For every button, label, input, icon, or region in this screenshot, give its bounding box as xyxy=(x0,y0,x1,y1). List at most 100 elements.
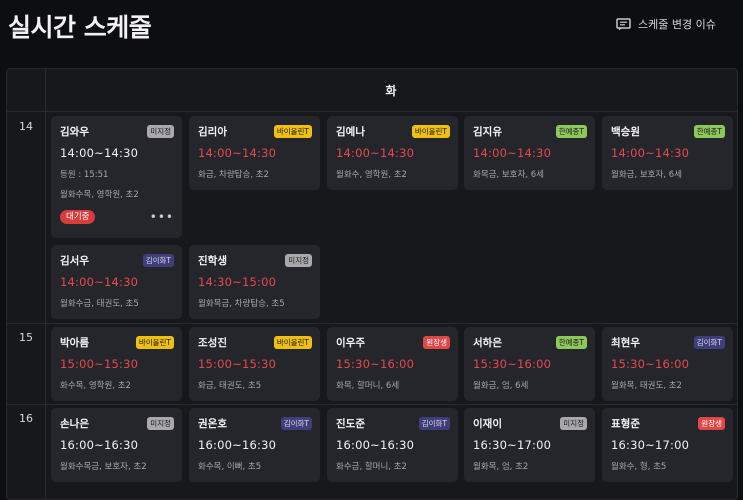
lesson-time: 14:30~15:00 xyxy=(198,275,277,289)
student-name: 백승원 xyxy=(611,125,640,138)
student-name: 김지유 xyxy=(473,125,502,138)
hour-label-14: 14 xyxy=(19,120,33,133)
lesson-time: 16:00~16:30 xyxy=(336,438,415,452)
row-divider xyxy=(7,404,737,405)
hour-label-16: 16 xyxy=(19,412,33,425)
student-card[interactable]: 김예나 바이올린T 14:00~14:30 월화수, 영학원, 초2 xyxy=(327,116,458,190)
arrival-time: 등원 : 15:51 xyxy=(60,170,109,180)
student-meta: 월화금, 엄, 6세 xyxy=(473,381,529,391)
teacher-badge: 김이화T xyxy=(142,253,174,267)
student-card[interactable]: 이우주 원장생 15:30~16:00 화목, 할머니, 6세 xyxy=(327,327,458,401)
lesson-time: 15:00~15:30 xyxy=(60,357,139,371)
lesson-time: 16:00~16:30 xyxy=(198,438,277,452)
student-card[interactable]: 김와우 미지정 14:00~14:30 등원 : 15:51 월화수목, 영학원… xyxy=(51,116,182,238)
student-meta: 화목, 할머니, 6세 xyxy=(336,381,400,391)
student-card[interactable]: 표형준 원장생 16:30~17:00 월화수, 형, 초5 xyxy=(602,408,733,482)
student-card[interactable]: 김지유 한예종T 14:00~14:30 화목금, 보호자, 6세 xyxy=(464,116,595,190)
student-card[interactable]: 진학생 미지정 14:30~15:00 월화목금, 차량탑승, 초5 xyxy=(189,245,320,319)
student-meta: 화수목, 영학원, 초2 xyxy=(60,381,131,391)
hour-column-divider xyxy=(45,111,46,499)
teacher-badge: 김이화T xyxy=(693,335,725,349)
student-meta: 화금, 차량탑승, 초2 xyxy=(198,170,269,180)
lesson-time: 15:30~16:00 xyxy=(611,357,690,371)
student-name: 김예나 xyxy=(336,125,365,138)
student-name: 조성진 xyxy=(198,336,227,349)
student-name: 손나은 xyxy=(60,417,89,430)
teacher-badge: 바이올린T xyxy=(411,124,450,138)
lesson-time: 14:00~14:30 xyxy=(473,146,552,160)
row-divider xyxy=(7,323,737,324)
teacher-badge: 미지정 xyxy=(147,124,174,138)
teacher-badge: 바이올린T xyxy=(135,335,174,349)
schedule-board: 화 14 15 16 김와우 미지정 14:00~14:30 등원 : 15:5… xyxy=(6,68,738,500)
student-name: 서하은 xyxy=(473,336,502,349)
teacher-badge: 미지정 xyxy=(147,416,174,430)
student-card[interactable]: 김서우 김이화T 14:00~14:30 월화수금, 태권도, 초5 xyxy=(51,245,182,319)
lesson-time: 14:00~14:30 xyxy=(198,146,277,160)
student-meta: 월화수, 형, 초5 xyxy=(611,462,667,472)
lesson-time: 16:30~17:00 xyxy=(611,438,690,452)
student-meta: 화금, 태권도, 초5 xyxy=(198,381,262,391)
lesson-time: 15:30~16:00 xyxy=(336,357,415,371)
student-meta: 월화수목금, 보호자, 초2 xyxy=(60,462,147,472)
lesson-time: 14:00~14:30 xyxy=(611,146,690,160)
lesson-time: 15:30~16:00 xyxy=(473,357,552,371)
student-meta: 화수목, 이뻐, 초5 xyxy=(198,462,262,472)
lesson-time: 14:00~14:30 xyxy=(60,275,139,289)
teacher-badge: 원장생 xyxy=(698,416,725,430)
teacher-badge: 바이올린T xyxy=(273,335,312,349)
student-meta: 월화금, 보호자, 6세 xyxy=(611,170,682,180)
lesson-time: 16:00~16:30 xyxy=(60,438,139,452)
day-header: 화 xyxy=(45,69,737,112)
student-meta: 월화수목, 영학원, 초2 xyxy=(60,190,139,200)
message-square-icon xyxy=(616,17,631,31)
hour-label-15: 15 xyxy=(19,331,33,344)
student-meta: 월화목금, 차량탑승, 초5 xyxy=(198,299,285,309)
student-card[interactable]: 이재이 미지정 16:30~17:00 월화목, 엄, 초2 xyxy=(464,408,595,482)
student-meta: 월화수금, 태권도, 초5 xyxy=(60,299,139,309)
student-card[interactable]: 박아름 바이올린T 15:00~15:30 화수목, 영학원, 초2 xyxy=(51,327,182,401)
student-name: 표형준 xyxy=(611,417,640,430)
student-card[interactable]: 최현우 김이화T 15:30~16:00 월화목, 태권도, 초2 xyxy=(602,327,733,401)
teacher-badge: 한예종T xyxy=(555,335,587,349)
status-badge[interactable]: 대기중 xyxy=(60,210,96,224)
student-card[interactable]: 서하은 한예종T 15:30~16:00 월화금, 엄, 6세 xyxy=(464,327,595,401)
schedule-change-issue-label: 스케줄 변경 이슈 xyxy=(638,18,716,31)
student-name: 진학생 xyxy=(198,254,227,267)
teacher-badge: 미지정 xyxy=(285,253,312,267)
lesson-time: 16:30~17:00 xyxy=(473,438,552,452)
student-meta: 월화목, 태권도, 초2 xyxy=(611,381,682,391)
teacher-badge: 바이올린T xyxy=(273,124,312,138)
student-name: 이재이 xyxy=(473,417,502,430)
lesson-time: 14:00~14:30 xyxy=(336,146,415,160)
teacher-badge: 한예종T xyxy=(555,124,587,138)
student-name: 권온호 xyxy=(198,417,227,430)
student-name: 이우주 xyxy=(336,336,365,349)
student-name: 김리아 xyxy=(198,125,227,138)
student-card[interactable]: 손나은 미지정 16:00~16:30 월화수목금, 보호자, 초2 xyxy=(51,408,182,482)
teacher-badge: 김이화T xyxy=(418,416,450,430)
student-meta: 월화수, 영학원, 초2 xyxy=(336,170,407,180)
teacher-badge: 한예종T xyxy=(693,124,725,138)
teacher-badge: 원장생 xyxy=(423,335,450,349)
student-meta: 화수금, 할머니, 초2 xyxy=(336,462,407,472)
student-name: 진도준 xyxy=(336,417,365,430)
student-card[interactable]: 김리아 바이올린T 14:00~14:30 화금, 차량탑승, 초2 xyxy=(189,116,320,190)
student-name: 김서우 xyxy=(60,254,89,267)
student-card[interactable]: 진도준 김이화T 16:00~16:30 화수금, 할머니, 초2 xyxy=(327,408,458,482)
student-meta: 화목금, 보호자, 6세 xyxy=(473,170,544,180)
teacher-badge: 김이화T xyxy=(280,416,312,430)
more-options-icon[interactable]: ••• xyxy=(150,210,174,224)
student-card[interactable]: 백승원 한예종T 14:00~14:30 월화금, 보호자, 6세 xyxy=(602,116,733,190)
student-card[interactable]: 조성진 바이올린T 15:00~15:30 화금, 태권도, 초5 xyxy=(189,327,320,401)
student-name: 최현우 xyxy=(611,336,640,349)
student-name: 박아름 xyxy=(60,336,89,349)
student-card[interactable]: 권온호 김이화T 16:00~16:30 화수목, 이뻐, 초5 xyxy=(189,408,320,482)
lesson-time: 14:00~14:30 xyxy=(60,146,139,160)
grid-corner xyxy=(7,69,46,112)
student-meta: 월화목, 엄, 초2 xyxy=(473,462,529,472)
schedule-change-issue-button[interactable]: 스케줄 변경 이슈 xyxy=(616,16,716,32)
teacher-badge: 미지정 xyxy=(560,416,587,430)
lesson-time: 15:00~15:30 xyxy=(198,357,277,371)
student-name: 김와우 xyxy=(60,125,89,138)
